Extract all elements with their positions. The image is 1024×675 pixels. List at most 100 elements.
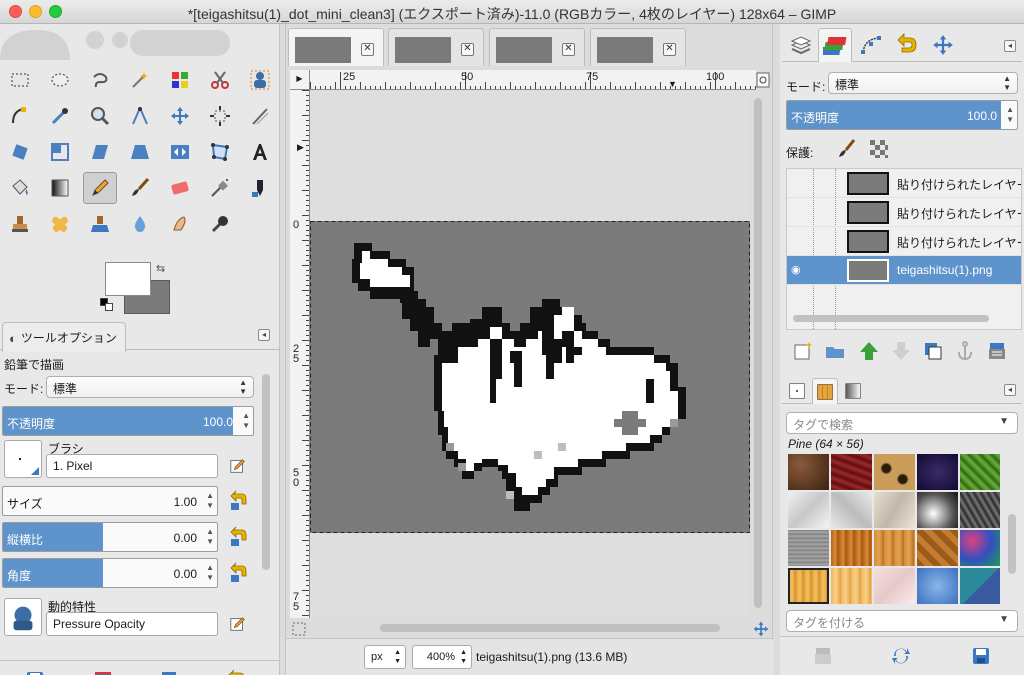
image-canvas[interactable] xyxy=(310,91,750,618)
default-colors-icon[interactable] xyxy=(100,298,114,312)
edit-dynamics-icon[interactable] xyxy=(228,614,248,634)
tab-pointer[interactable] xyxy=(926,28,960,62)
layer-opacity-spin-icon[interactable]: ▲ ▼ xyxy=(1006,105,1014,125)
duplicate-layer-icon[interactable] xyxy=(922,340,944,362)
image-tab-4[interactable]: ✕ xyxy=(590,28,686,66)
dynamics-name-field[interactable]: Pressure Opacity xyxy=(46,612,218,636)
tab-patterns[interactable] xyxy=(812,378,838,404)
foreground-select-tool[interactable] xyxy=(243,64,277,96)
ellipse-select-tool[interactable] xyxy=(43,64,77,96)
text-tool[interactable] xyxy=(243,136,277,168)
pattern-swatch[interactable] xyxy=(831,492,872,528)
image-tab-2[interactable]: ✕ xyxy=(388,28,484,66)
save-options-icon[interactable] xyxy=(24,669,46,675)
tab-tool-options[interactable]: ◐ ツールオプション xyxy=(2,322,126,352)
menu-arrow-icon[interactable]: ▶ xyxy=(290,70,310,90)
select-by-color-tool[interactable] xyxy=(163,64,197,96)
close-tab-icon[interactable]: ✕ xyxy=(562,43,575,56)
layer-row[interactable]: 貼り付けられたレイヤー xyxy=(787,227,1021,256)
size-slider[interactable]: サイズ 1.00 ▲ ▼ xyxy=(2,486,218,516)
configure-tab-icon[interactable]: ◂ xyxy=(1004,40,1016,52)
pattern-swatch[interactable] xyxy=(831,530,872,566)
tag-assign-input[interactable]: タグを付ける ▼ xyxy=(786,610,1018,632)
configure-tab-icon[interactable]: ◂ xyxy=(1004,384,1016,396)
close-tab-icon[interactable]: ✕ xyxy=(461,43,474,56)
eye-visibility-icon[interactable]: ◉ xyxy=(791,263,807,277)
tab-paths[interactable] xyxy=(854,28,888,62)
scroll-thumb[interactable] xyxy=(380,624,720,632)
cage-transform-tool[interactable] xyxy=(203,136,237,168)
canvas-vertical-scrollbar[interactable] xyxy=(752,94,764,614)
pattern-swatch[interactable] xyxy=(831,454,872,490)
quick-mask-icon[interactable] xyxy=(292,622,306,636)
brush-name-field[interactable]: 1. Pixel xyxy=(46,454,218,478)
crop-tool[interactable] xyxy=(243,100,277,132)
refresh-patterns-icon[interactable] xyxy=(890,645,912,667)
tab-channels[interactable] xyxy=(818,28,852,62)
tool-options-scrollbar[interactable] xyxy=(262,374,270,570)
pattern-swatch[interactable] xyxy=(917,454,958,490)
paint-mode-select[interactable]: 標準 ▲ ▼ xyxy=(46,376,254,398)
tag-filter-input[interactable]: タグで検索 ▼ xyxy=(786,412,1018,434)
flip-tool[interactable] xyxy=(163,136,197,168)
tab-layers[interactable] xyxy=(784,28,818,62)
layer-list-hscrollbar[interactable] xyxy=(793,315,989,322)
layer-row[interactable]: 貼り付けられたレイヤー xyxy=(787,198,1021,227)
pattern-swatch[interactable] xyxy=(917,530,958,566)
pattern-swatch[interactable] xyxy=(874,568,915,604)
rect-select-tool[interactable] xyxy=(3,64,37,96)
smudge-tool[interactable] xyxy=(163,208,197,240)
reset-size-icon[interactable] xyxy=(228,490,250,512)
edit-pattern-icon[interactable] xyxy=(812,645,834,667)
rotate-tool[interactable] xyxy=(3,136,37,168)
pattern-swatch[interactable] xyxy=(788,492,829,528)
lock-alpha-icon[interactable] xyxy=(868,138,890,160)
bucket-fill-tool[interactable] xyxy=(3,172,37,204)
dynamics-preview[interactable] xyxy=(4,598,42,636)
pattern-swatch[interactable] xyxy=(874,492,915,528)
zoom-tool[interactable] xyxy=(83,100,117,132)
angle-slider[interactable]: 角度 0.00 ▲ ▼ xyxy=(2,558,218,588)
zoom-navigate-icon[interactable] xyxy=(756,72,770,88)
unit-select[interactable]: px ▲ ▼ xyxy=(364,645,406,669)
align-tool[interactable] xyxy=(203,100,237,132)
foreground-color-swatch[interactable] xyxy=(105,262,151,296)
canvas-horizontal-scrollbar[interactable] xyxy=(310,622,750,634)
tab-gradients[interactable] xyxy=(840,378,866,404)
opacity-slider[interactable]: 不透明度 100.0 ▲ ▼ xyxy=(2,406,254,436)
new-layer-icon[interactable] xyxy=(792,340,814,362)
pattern-swatch[interactable] xyxy=(788,454,829,490)
restore-options-icon[interactable] xyxy=(92,669,114,675)
pattern-scrollbar[interactable] xyxy=(1008,514,1016,574)
pattern-swatch[interactable] xyxy=(874,530,915,566)
size-spin-icon[interactable]: ▲ ▼ xyxy=(206,491,214,511)
shear-tool[interactable] xyxy=(83,136,117,168)
close-tab-icon[interactable]: ✕ xyxy=(361,43,374,56)
scroll-thumb[interactable] xyxy=(754,98,762,608)
navigate-icon[interactable] xyxy=(752,620,770,638)
layer-mode-select[interactable]: 標準 ▲ ▼ xyxy=(828,72,1018,94)
image-tab-1[interactable]: ✕ xyxy=(288,28,384,66)
scale-tool[interactable] xyxy=(43,136,77,168)
canvas-viewport[interactable] xyxy=(310,91,750,618)
eraser-tool[interactable] xyxy=(163,172,197,204)
aspect-spin-icon[interactable]: ▲ ▼ xyxy=(206,527,214,547)
open-pattern-icon[interactable] xyxy=(970,645,992,667)
free-select-tool[interactable] xyxy=(83,64,117,96)
dodge-burn-tool[interactable] xyxy=(203,208,237,240)
paintbrush-tool[interactable] xyxy=(123,172,157,204)
pattern-swatch[interactable] xyxy=(960,568,1000,604)
blur-tool[interactable] xyxy=(123,208,157,240)
dropdown-arrow-icon[interactable]: ▼ xyxy=(999,614,1009,625)
brush-preview[interactable] xyxy=(4,440,42,478)
blend-tool[interactable] xyxy=(43,172,77,204)
opacity-spin-icon[interactable]: ▲ ▼ xyxy=(242,411,250,431)
perspective-tool[interactable] xyxy=(123,136,157,168)
heal-tool[interactable] xyxy=(43,208,77,240)
configure-tab-icon[interactable]: ◂ xyxy=(258,329,270,341)
raise-layer-icon[interactable] xyxy=(858,340,880,362)
pattern-swatch[interactable] xyxy=(831,568,872,604)
delete-options-icon[interactable] xyxy=(158,669,180,675)
edit-brush-icon[interactable] xyxy=(228,456,248,476)
ink-tool[interactable] xyxy=(243,172,277,204)
